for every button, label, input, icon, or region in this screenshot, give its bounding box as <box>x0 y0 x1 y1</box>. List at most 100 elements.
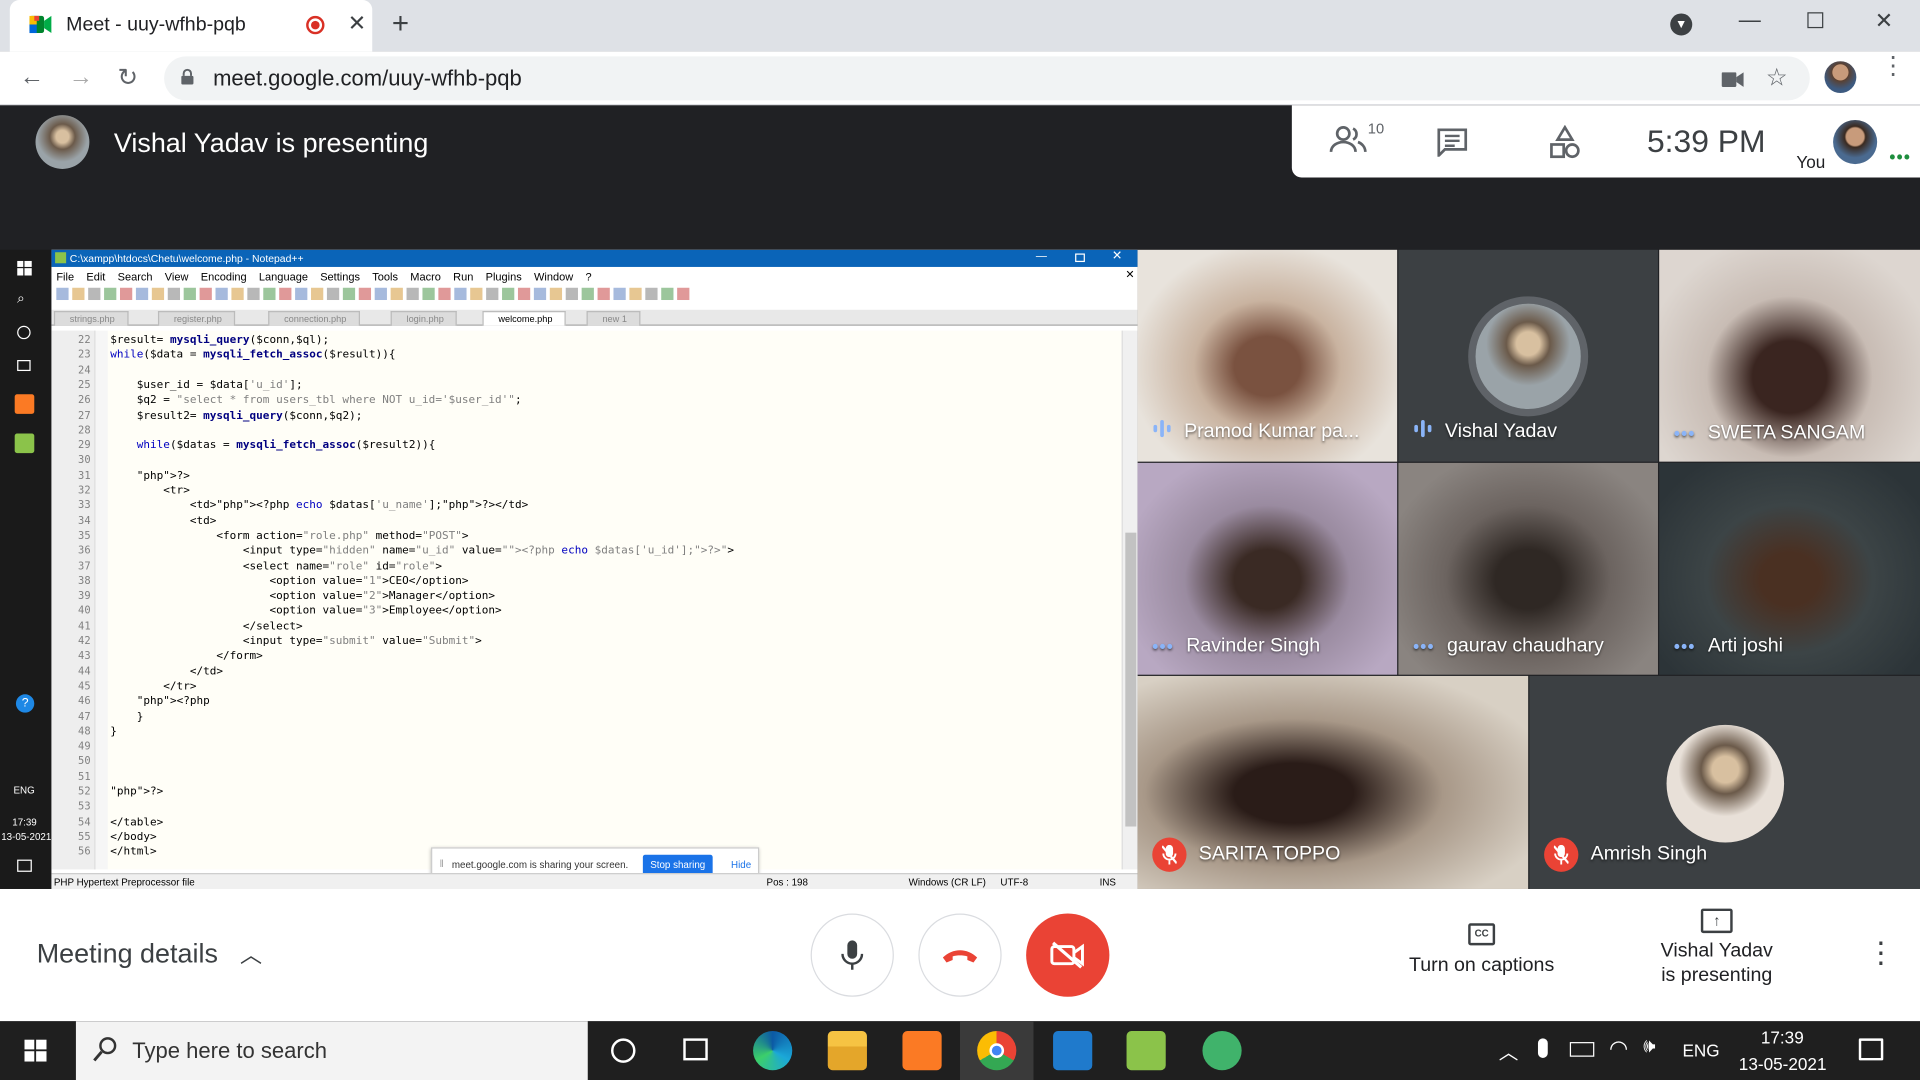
file-explorer-icon[interactable] <box>827 1031 867 1071</box>
taskbar-search-box[interactable]: Type here to search <box>75 1021 588 1080</box>
speaking-indicator-icon <box>1152 419 1172 445</box>
vscode-icon[interactable] <box>1053 1031 1093 1071</box>
line-number: 28 <box>78 424 91 437</box>
xampp-icon[interactable] <box>902 1031 942 1071</box>
leave-call-button[interactable] <box>918 913 1002 997</box>
volume-icon[interactable]: 🕪 <box>1643 1036 1655 1058</box>
taskbar-lang[interactable]: ENG <box>1682 1041 1719 1061</box>
notepad-toolbar-icon <box>581 287 594 301</box>
notepad-toolbar-icon <box>135 287 149 301</box>
task-view-icon[interactable] <box>683 1038 708 1061</box>
notepad-toolbar-icon <box>358 287 372 301</box>
captions-button[interactable]: CC Turn on captions <box>1396 921 1567 994</box>
start-button-icon[interactable] <box>24 1039 47 1062</box>
notepad-toolbar-icon <box>342 287 356 301</box>
atom-icon[interactable] <box>1202 1031 1242 1071</box>
present-now-button[interactable]: ↑ Vishal Yadav is presenting <box>1631 908 1802 1019</box>
line-number: 49 <box>78 740 91 754</box>
address-bar[interactable]: meet.google.com/uuy-wfhb-pqb ☆ <box>164 56 1810 101</box>
chrome-menu-icon[interactable]: ⋮ <box>1881 54 1905 78</box>
notepad-toolbar-icon <box>279 287 292 301</box>
taskbar-date[interactable]: 13-05-2021 <box>1739 1054 1827 1074</box>
line-number: 40 <box>78 605 91 618</box>
notepad-minimize-icon: — <box>1035 249 1047 263</box>
notepad-toolbar-icon <box>629 287 642 301</box>
participant-tile[interactable]: Amrish Singh <box>1529 675 1920 889</box>
tab-close-icon[interactable]: ✕ <box>348 11 366 37</box>
activities-icon[interactable] <box>1549 124 1581 159</box>
notepad-menu-item: Tools <box>372 270 399 283</box>
line-number: 56 <box>78 846 91 859</box>
action-center-icon[interactable] <box>1858 1038 1884 1061</box>
remote-time: 17:39 <box>12 816 37 828</box>
code-editor[interactable]: 22 $result= mysqli_query($conn,$ql); 23 whi… <box>51 330 1138 870</box>
forward-icon[interactable]: → <box>69 64 93 92</box>
tab-title: Meet - uuy-wfhb-pqb <box>66 14 246 36</box>
new-tab-icon[interactable]: + <box>392 7 409 41</box>
more-options-icon[interactable]: ⋮ <box>1866 936 1895 972</box>
taskbar-search-placeholder: Type here to search <box>132 1038 328 1063</box>
taskbar-time[interactable]: 17:39 <box>1761 1027 1804 1047</box>
line-number: 53 <box>78 801 91 814</box>
tray-microphone-icon[interactable] <box>1537 1038 1548 1058</box>
browser-tab[interactable]: Meet - uuy-wfhb-pqb ✕ <box>9 0 373 52</box>
participant-avatar <box>1665 724 1784 843</box>
microphone-button[interactable] <box>810 913 894 997</box>
participant-tile[interactable]: ••• SWETA SANGAM <box>1659 249 1920 462</box>
notepad-toolbar-icon <box>390 287 403 301</box>
line-number: 43 <box>78 650 91 663</box>
shared-screen-taskbar: ⌕ ? ENG 17:39 13-05-2021 <box>0 249 52 889</box>
fold-margin <box>95 330 108 870</box>
camera-in-use-icon[interactable] <box>1721 71 1744 87</box>
meet-favicon-icon <box>29 15 52 35</box>
notepad-toolbar-icon <box>454 287 467 301</box>
line-number: 48 <box>78 725 91 739</box>
mic-off-icon <box>1152 837 1187 872</box>
code-line: while($datas = mysqli_fetch_assoc($resul… <box>136 439 436 452</box>
remote-lang: ENG <box>13 784 35 796</box>
line-number: 45 <box>78 680 91 693</box>
restore-icon[interactable] <box>1807 12 1824 29</box>
participant-tile[interactable]: ••• Arti joshi <box>1659 462 1920 675</box>
recording-indicator-icon <box>306 15 325 35</box>
participant-tile[interactable]: ••• gaurav chaudhary <box>1398 462 1658 675</box>
remote-notepadpp-icon <box>14 433 35 454</box>
code-line: </html> <box>110 846 157 859</box>
mic-off-icon <box>1544 837 1579 872</box>
participant-name-row: ••• Ravinder Singh <box>1152 636 1320 658</box>
battery-icon[interactable] <box>1569 1042 1595 1057</box>
code-line: <td>"php"><?php echo $datas['u_name'];"p… <box>110 499 529 513</box>
show-hidden-icons-icon[interactable]: ︿ <box>1499 1036 1519 1065</box>
scrollbar-thumb[interactable] <box>1125 532 1137 827</box>
participant-tile[interactable]: Vishal Yadav <box>1398 249 1658 462</box>
code-line: $result= mysqli_query($conn,$ql); <box>110 334 330 347</box>
editor-vertical-scrollbar[interactable] <box>1121 330 1138 870</box>
code-line: $q2 = "select * from users_tbl where NOT… <box>110 394 522 407</box>
hide-share-bar-button[interactable]: Hide <box>731 860 751 871</box>
notepad-toolbar-icon <box>438 287 451 301</box>
notepad-toolbar-icon <box>72 287 85 301</box>
edge-icon[interactable] <box>753 1031 793 1071</box>
bookmark-star-icon[interactable]: ☆ <box>1766 62 1788 93</box>
participant-tile[interactable]: Pramod Kumar pa... <box>1137 249 1398 462</box>
tab-search-icon[interactable]: ▼ <box>1670 13 1693 36</box>
camera-off-button[interactable] <box>1026 913 1110 997</box>
back-icon[interactable]: ← <box>20 64 44 92</box>
participant-name: Ravinder Singh <box>1186 635 1321 657</box>
participant-tile[interactable]: ••• Ravinder Singh <box>1137 462 1398 675</box>
notepadpp-icon[interactable] <box>1126 1031 1166 1071</box>
line-number: 25 <box>78 379 91 392</box>
minimize-icon[interactable]: — <box>1739 7 1761 33</box>
self-view-avatar[interactable] <box>1833 120 1878 165</box>
notepad-toolbar-icon <box>263 287 276 301</box>
meeting-details-button[interactable]: Meeting details ︿ <box>37 938 262 970</box>
reload-icon[interactable]: ↻ <box>118 62 139 93</box>
profile-avatar[interactable] <box>1824 61 1857 94</box>
cortana-icon[interactable] <box>611 1038 636 1063</box>
chat-icon[interactable] <box>1436 127 1468 159</box>
participant-tile[interactable]: SARITA TOPPO <box>1137 675 1529 889</box>
window-close-icon[interactable]: ✕ <box>1875 9 1893 35</box>
notepad-toolbar-icon <box>470 287 483 301</box>
wifi-icon[interactable]: ◠ <box>1609 1036 1628 1062</box>
notepad-toolbar-icon <box>231 287 244 301</box>
